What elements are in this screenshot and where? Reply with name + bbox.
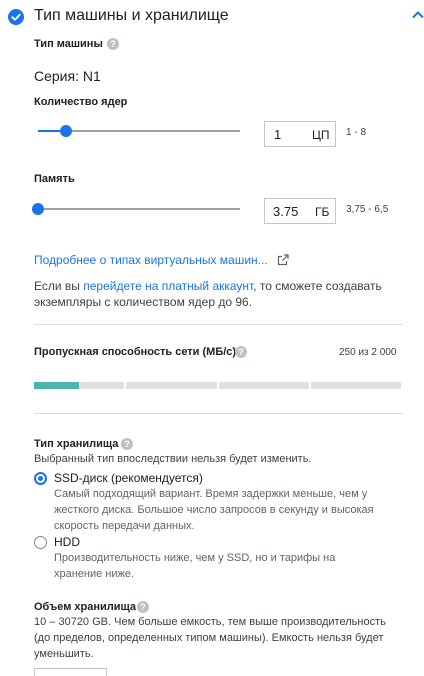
memory-input[interactable]: 3.75 ГБ — [264, 198, 336, 224]
cores-unit: ЦП — [312, 128, 330, 142]
help-icon[interactable]: ? — [137, 601, 149, 613]
network-bar-segment — [218, 382, 309, 389]
ssd-option-description: Самый подходящий вариант. Время задержки… — [54, 488, 374, 532]
cores-value: 1 — [274, 127, 282, 142]
cores-range: 1 - 8 — [346, 127, 367, 138]
divider — [34, 413, 402, 414]
help-icon[interactable]: ? — [121, 438, 133, 450]
storage-size-description: 10 – 30720 GB. Чем больше емкость, тем в… — [34, 616, 386, 660]
memory-unit: ГБ — [315, 205, 330, 219]
memory-range: 3,75 - 6,5 — [346, 204, 389, 215]
learn-more-link[interactable]: Подробнее о типах виртуальных машин... — [34, 253, 268, 267]
hdd-radio[interactable] — [34, 536, 47, 549]
memory-slider-track[interactable] — [38, 208, 240, 210]
network-bar-segment — [126, 382, 217, 389]
external-link-icon[interactable] — [277, 253, 289, 266]
network-bar-segment — [310, 382, 401, 389]
hdd-option-description: Производительность ниже, чем у SSD, но и… — [54, 552, 336, 580]
section-title: Тип машины и хранилище — [34, 7, 229, 24]
network-bar-segment — [34, 382, 125, 389]
network-label: Пропускная способность сети (МБ/с) — [34, 346, 237, 358]
cores-label: Количество ядер — [34, 96, 128, 108]
upgrade-account-link[interactable]: перейдете на платный аккаунт — [83, 279, 253, 293]
machine-type-label: Тип машины — [34, 38, 103, 50]
ssd-option-title[interactable]: SSD-диск (рекомендуется) — [54, 471, 203, 485]
cores-slider-thumb[interactable] — [60, 125, 73, 137]
storage-size-input[interactable] — [34, 668, 107, 676]
memory-label: Память — [34, 173, 75, 185]
storage-type-label: Тип хранилища — [34, 438, 119, 450]
network-bar — [34, 382, 401, 389]
chevron-up-icon[interactable] — [411, 8, 424, 22]
upgrade-info: Если вы перейдете на платный аккаунт, то… — [34, 278, 404, 310]
memory-slider-thumb[interactable] — [32, 203, 44, 215]
ssd-radio[interactable] — [34, 472, 47, 485]
divider — [34, 324, 402, 325]
cores-input[interactable]: 1 ЦП — [264, 121, 336, 147]
hdd-option-title[interactable]: HDD — [54, 535, 80, 549]
check-circle-icon — [8, 9, 24, 25]
network-value: 250 из 2 000 — [339, 347, 397, 358]
upgrade-info-prefix: Если вы — [34, 279, 84, 293]
memory-value: 3.75 — [273, 204, 299, 219]
storage-type-description: Выбранный тип впоследствии нельзя будет … — [34, 453, 312, 465]
help-icon[interactable]: ? — [235, 346, 247, 358]
series-value: Серия: N1 — [34, 68, 101, 84]
help-icon[interactable]: ? — [107, 38, 119, 50]
network-bar-fill — [34, 382, 80, 389]
storage-size-label: Объем хранилища — [34, 601, 137, 613]
